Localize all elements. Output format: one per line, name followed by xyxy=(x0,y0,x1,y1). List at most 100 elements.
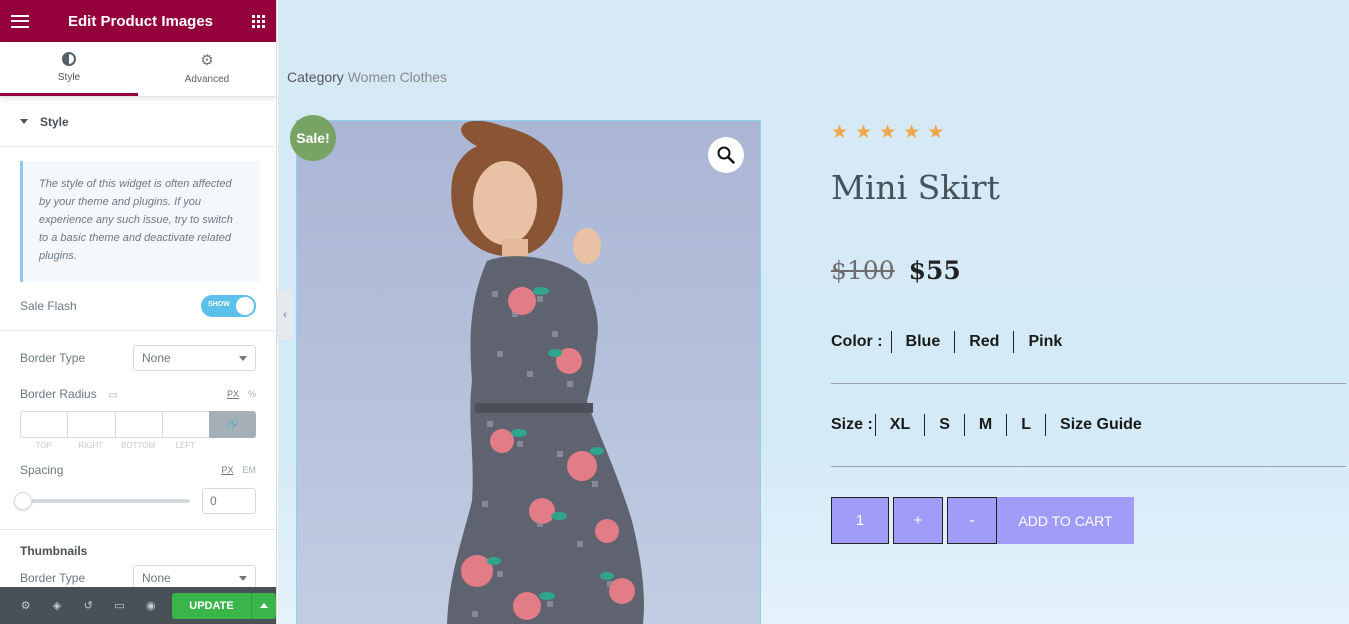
menu-icon[interactable] xyxy=(11,14,29,28)
divider xyxy=(831,466,1346,467)
divider xyxy=(0,529,276,530)
navigator-icon[interactable]: ◈ xyxy=(41,599,72,612)
caret-down-icon xyxy=(20,119,28,124)
color-option-red[interactable]: Red xyxy=(954,331,1013,353)
size-option-xl[interactable]: XL xyxy=(874,414,924,436)
label-bottom: BOTTOM xyxy=(121,441,156,450)
price-old: $100 xyxy=(831,256,895,285)
add-to-cart-row: 1 + - ADD TO CART xyxy=(831,497,1134,544)
color-option-blue[interactable]: Blue xyxy=(890,331,955,353)
border-radius-label-wrap: Border Radius ▭ xyxy=(20,387,118,401)
spacing-units: PX EM xyxy=(221,465,256,475)
gear-icon: ⚙ xyxy=(200,51,214,69)
sale-badge: Sale! xyxy=(290,115,336,161)
star-icon: ★ xyxy=(927,122,945,143)
desktop-icon[interactable]: ▭ xyxy=(108,390,117,401)
sale-flash-row: Sale Flash SHOW xyxy=(0,282,276,330)
border-radius-row: Border Radius ▭ PX % xyxy=(0,385,276,402)
widgets-grid-icon[interactable] xyxy=(252,14,265,28)
preview-eye-icon[interactable]: ◉ xyxy=(135,599,166,612)
quantity-minus-button[interactable]: - xyxy=(947,497,997,544)
panel-content: Style The style of this widget is often … xyxy=(0,97,276,591)
spacing-label: Spacing xyxy=(20,463,64,477)
caret-up-icon xyxy=(259,603,268,608)
border-radius-inputs: 🔗 xyxy=(20,411,256,438)
quantity-input[interactable]: 1 xyxy=(831,497,889,544)
tab-advanced-label: Advanced xyxy=(184,73,230,85)
editor-panel: Edit Product Images Style ⚙ Advanced Sty… xyxy=(0,0,277,624)
product-price: $100 $55 xyxy=(831,256,961,285)
unit-px[interactable]: PX xyxy=(227,389,239,399)
radius-top-input[interactable] xyxy=(20,411,68,438)
radius-bottom-input[interactable] xyxy=(114,411,162,438)
star-icon: ★ xyxy=(879,122,897,143)
size-option-s[interactable]: S xyxy=(924,414,964,436)
star-icon: ★ xyxy=(855,122,873,143)
unit-px[interactable]: PX xyxy=(221,465,233,475)
border-radius-field-labels: TOP RIGHT BOTTOM LEFT xyxy=(20,441,256,450)
chevron-down-icon xyxy=(239,355,247,361)
border-radius-units: PX % xyxy=(227,389,256,399)
add-to-cart-button[interactable]: ADD TO CART xyxy=(997,497,1134,544)
color-label: Color : xyxy=(831,333,883,350)
thumbnails-heading: Thumbnails xyxy=(20,544,88,558)
category-value[interactable]: Women Clothes xyxy=(348,69,447,85)
sale-flash-toggle[interactable]: SHOW xyxy=(201,295,256,317)
slider-thumb[interactable] xyxy=(14,492,32,510)
label-right: RIGHT xyxy=(78,441,104,450)
update-button[interactable]: UPDATE xyxy=(172,592,251,619)
tab-style[interactable]: Style xyxy=(0,42,138,96)
spacing-row: Spacing PX EM xyxy=(0,462,276,478)
panel-tabs: Style ⚙ Advanced xyxy=(0,42,276,97)
zoom-button[interactable] xyxy=(708,137,744,173)
page-preview: Category Women Clothes Sale! ★ ★ ★ ★ ★ M… xyxy=(278,0,1349,624)
theme-notice: The style of this widget is often affect… xyxy=(20,161,260,282)
search-icon xyxy=(717,146,735,164)
border-type-row: Border Type None xyxy=(0,331,276,385)
star-icon: ★ xyxy=(831,122,849,143)
size-option-m[interactable]: M xyxy=(963,414,1006,436)
collapse-panel-handle[interactable]: ‹ xyxy=(277,290,293,340)
label-left: LEFT xyxy=(175,441,196,450)
toggle-knob xyxy=(236,297,254,315)
responsive-icon[interactable]: ▭ xyxy=(104,599,135,612)
tab-advanced[interactable]: ⚙ Advanced xyxy=(138,42,276,96)
panel-header: Edit Product Images xyxy=(0,0,276,42)
tab-style-label: Style xyxy=(57,72,81,83)
settings-icon[interactable]: ⚙ xyxy=(10,599,41,612)
star-icon: ★ xyxy=(903,122,921,143)
link-icon[interactable]: 🔗 xyxy=(209,411,256,438)
price-new: $55 xyxy=(908,256,961,285)
thumb-border-type-value: None xyxy=(142,571,171,585)
label-top: TOP xyxy=(35,441,52,450)
unit-percent[interactable]: % xyxy=(248,389,256,399)
color-option-pink[interactable]: Pink xyxy=(1013,331,1076,353)
size-guide-link[interactable]: Size Guide xyxy=(1045,414,1156,436)
color-options: Color : Blue Red Pink xyxy=(831,331,1076,353)
border-type-select[interactable]: None xyxy=(133,345,256,371)
history-icon[interactable]: ↺ xyxy=(73,599,104,612)
border-radius-label: Border Radius xyxy=(20,386,97,401)
section-title: Style xyxy=(40,114,69,129)
divider xyxy=(831,383,1346,384)
spacing-input[interactable]: 0 xyxy=(202,488,256,514)
product-image[interactable] xyxy=(296,120,761,624)
style-section-header[interactable]: Style xyxy=(0,97,276,147)
product-photo xyxy=(447,121,644,624)
spacing-slider[interactable] xyxy=(14,492,190,510)
update-options-button[interactable] xyxy=(250,592,276,619)
size-options: Size : XL S M L Size Guide xyxy=(831,414,1156,436)
contrast-icon xyxy=(62,52,76,66)
border-type-value: None xyxy=(142,351,171,365)
quantity-plus-button[interactable]: + xyxy=(893,497,943,544)
radius-right-input[interactable] xyxy=(67,411,115,438)
size-option-l[interactable]: L xyxy=(1006,414,1045,436)
thumb-border-type-label: Border Type xyxy=(20,571,86,585)
unit-em[interactable]: EM xyxy=(243,465,257,475)
sale-flash-label: Sale Flash xyxy=(20,299,77,313)
panel-title: Edit Product Images xyxy=(67,12,214,30)
radius-left-input[interactable] xyxy=(161,411,209,438)
product-category: Category Women Clothes xyxy=(287,69,447,85)
border-type-label: Border Type xyxy=(20,351,86,365)
product-title: Mini Skirt xyxy=(831,168,1000,207)
